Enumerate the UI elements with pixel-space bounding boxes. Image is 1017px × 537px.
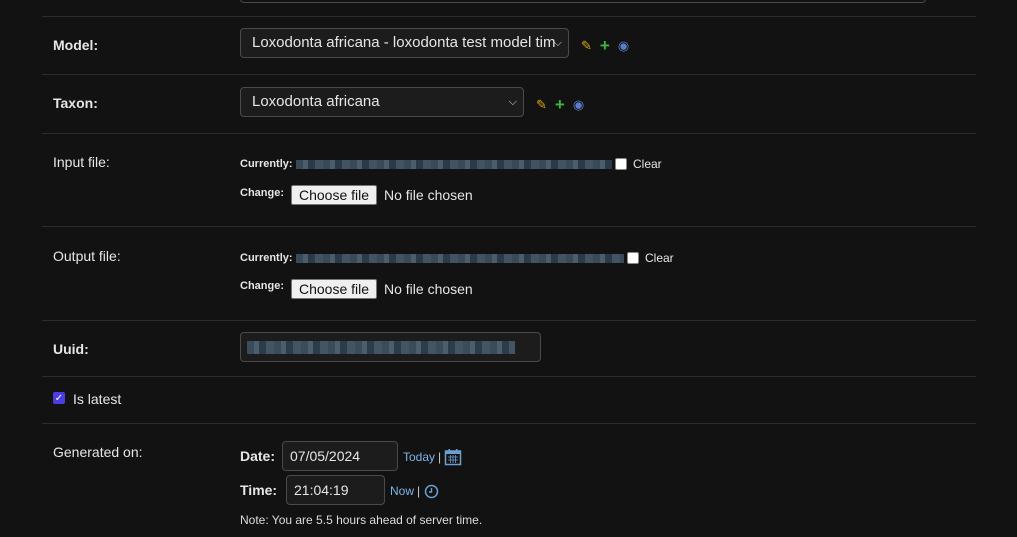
top-partial-input[interactable] [240,0,926,3]
uuid-label: Uuid: [53,341,89,357]
uuid-value-redacted [247,341,515,354]
input-choose-file-button[interactable]: Choose file [291,185,378,205]
row-output-file: Output file: Currently: Clear Change: Ch… [42,227,976,321]
output-clear-checkbox[interactable] [627,252,639,264]
input-file-label: Input file: [53,154,110,170]
row-taxon: Taxon: Loxodonta africana ⌵ ✎ + ◉ [42,75,976,134]
plus-icon[interactable]: + [555,96,565,113]
model-actions: ✎ + ◉ [581,37,629,54]
output-change-label: Change: [240,280,284,292]
date-separator: | [438,450,442,464]
today-link[interactable]: Today [403,450,435,464]
pencil-icon[interactable]: ✎ [536,97,547,113]
row-generated-on: Generated on: Date: 07/05/2024 Today | T… [42,424,976,537]
generated-on-label: Generated on: [53,444,143,460]
input-currently-label: Currently: [240,158,293,170]
output-no-file-text: No file chosen [384,281,473,297]
uuid-input[interactable] [240,332,541,362]
pencil-icon[interactable]: ✎ [581,38,592,54]
output-currently-label: Currently: [240,252,293,264]
server-time-note: Note: You are 5.5 hours ahead of server … [240,513,483,527]
taxon-select-value: Loxodonta africana [252,93,380,110]
output-clear-label: Clear [645,251,674,265]
time-input[interactable]: 21:04:19 [286,475,385,505]
time-label: Time: [240,482,278,498]
clock-icon[interactable] [424,484,439,502]
output-file-label: Output file: [53,248,121,264]
row-model: Model: Loxodonta africana - loxodonta te… [42,17,976,75]
model-select[interactable]: Loxodonta africana - loxodonta test mode… [240,28,569,58]
output-choose-file-button[interactable]: Choose file [291,279,378,299]
input-no-file-text: No file chosen [384,187,473,203]
taxon-label: Taxon: [53,95,98,111]
row-uuid: Uuid: [42,321,976,377]
model-label: Model: [53,37,99,53]
plus-icon[interactable]: + [600,37,610,54]
date-label: Date: [240,448,276,464]
is-latest-label: Is latest [73,391,122,407]
chevron-down-icon: ⌵ [553,37,562,49]
is-latest-checkbox[interactable]: ✓ [53,392,65,404]
row-input-file: Input file: Currently: Clear Change: Cho… [42,134,976,227]
calendar-icon[interactable] [444,448,462,469]
eye-icon[interactable]: ◉ [573,97,584,113]
input-clear-checkbox[interactable] [615,158,627,170]
row-is-latest: ✓ Is latest [42,377,976,424]
chevron-down-icon: ⌵ [508,96,517,108]
output-current-file-link[interactable] [296,254,624,263]
taxon-select[interactable]: Loxodonta africana ⌵ [240,87,524,117]
time-separator: | [417,484,421,498]
eye-icon[interactable]: ◉ [618,38,629,54]
model-select-value: Loxodonta africana - loxodonta test mode… [252,34,556,51]
taxon-actions: ✎ + ◉ [536,96,584,113]
now-link[interactable]: Now [390,484,414,498]
row-top-partial [42,0,976,17]
input-change-label: Change: [240,187,284,199]
date-input[interactable]: 07/05/2024 [282,441,398,471]
input-current-file-link[interactable] [296,160,612,169]
input-clear-label: Clear [633,157,662,171]
